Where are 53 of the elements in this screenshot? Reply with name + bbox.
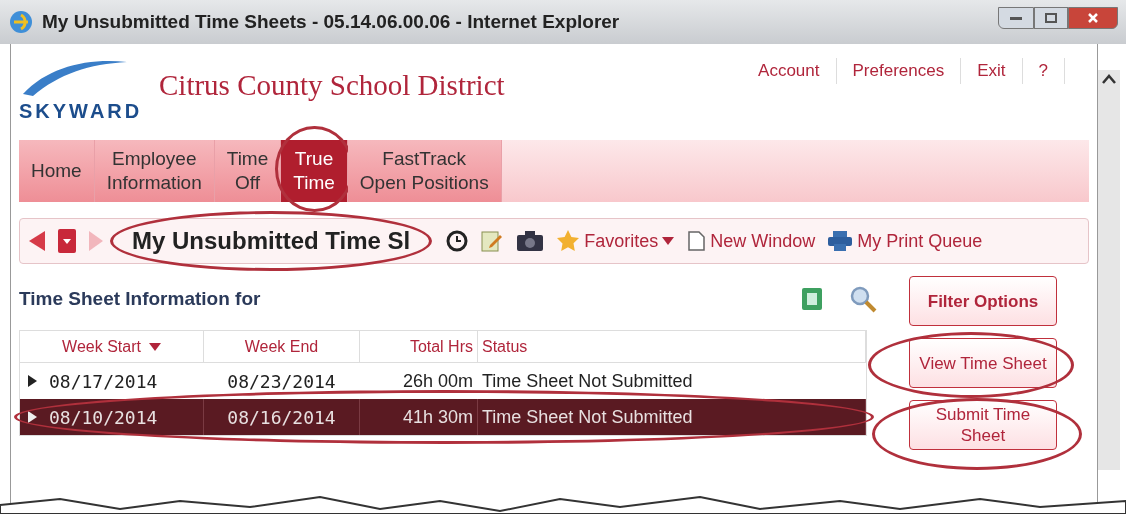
favorites-menu[interactable]: Favorites (556, 227, 675, 255)
header-link[interactable]: Account (742, 58, 837, 84)
column-header[interactable]: Week Start (20, 331, 204, 362)
table-cell-text: 08/23/2014 (226, 369, 337, 394)
nav-tab[interactable]: Home (19, 140, 95, 202)
caret-icon (662, 237, 675, 245)
nav-tab[interactable]: Employee Information (94, 140, 215, 202)
page-title: My Unsubmitted Time Sl (132, 227, 411, 254)
window-icon (686, 230, 707, 252)
minimize-button[interactable] (998, 7, 1034, 29)
logo-text: SKYWARD (19, 99, 144, 124)
nav-tab[interactable]: True Time (281, 140, 348, 202)
table-row[interactable]: 08/10/2014 08/16/2014 41h 30m Time Sheet Not Submitted (20, 399, 866, 435)
table-cell: 08/16/2014 (204, 399, 360, 435)
star-icon (556, 229, 581, 253)
column-header[interactable]: Week End (204, 331, 360, 362)
header-link[interactable]: Exit (961, 58, 1023, 84)
table-cell-text: 26h 00m (401, 369, 474, 393)
column-header[interactable]: Total Hrs (360, 331, 478, 362)
close-icon (1087, 12, 1099, 24)
scroll-up-icon (1102, 74, 1116, 84)
table-cell: 41h 30m (360, 399, 478, 435)
section-title: Time Sheet Information for (19, 286, 262, 311)
window-title: My Unsubmitted Time Sheets - 05.14.06.00.06 - Internet Explorer (42, 9, 621, 34)
printer-icon (827, 230, 854, 252)
header-link[interactable]: ? (1022, 58, 1065, 84)
nav-tab[interactable]: Time Off (214, 140, 282, 202)
header-link[interactable]: Preferences (836, 58, 962, 84)
table-cell: Time Sheet Not Submitted (478, 399, 866, 435)
action-button[interactable]: Filter Options (909, 276, 1057, 326)
edit-icon[interactable] (480, 229, 505, 253)
expand-icon[interactable] (28, 375, 37, 387)
search-icon[interactable] (849, 285, 877, 313)
spreadsheet-icon[interactable] (799, 286, 825, 312)
clock-icon[interactable] (446, 230, 469, 252)
close-button[interactable] (1068, 7, 1118, 29)
action-button[interactable]: Submit Time Sheet (909, 400, 1057, 450)
column-header[interactable]: Status (478, 331, 866, 362)
table-row[interactable]: 08/17/2014 08/23/2014 26h 00m Time Sheet Not Submitted (20, 363, 866, 399)
expand-icon[interactable] (28, 411, 37, 423)
browser-icon (8, 9, 34, 35)
action-button[interactable]: View Time Sheet (909, 338, 1057, 388)
camera-icon[interactable] (516, 230, 545, 252)
table-cell: 08/10/2014 (20, 399, 204, 435)
table-cell: 08/17/2014 (20, 363, 204, 399)
dropdown-icon[interactable] (58, 229, 76, 253)
new-window-link[interactable]: New Window (686, 227, 816, 255)
nav-tab[interactable]: FastTrack Open Positions (347, 140, 502, 202)
district-name: Citrus County School District (159, 68, 505, 103)
print-queue-link[interactable]: My Print Queue (827, 227, 983, 255)
table-cell-text: Time Sheet Not Submitted (481, 369, 694, 393)
back-arrow-icon[interactable] (28, 230, 46, 252)
maximize-button[interactable] (1034, 7, 1068, 29)
